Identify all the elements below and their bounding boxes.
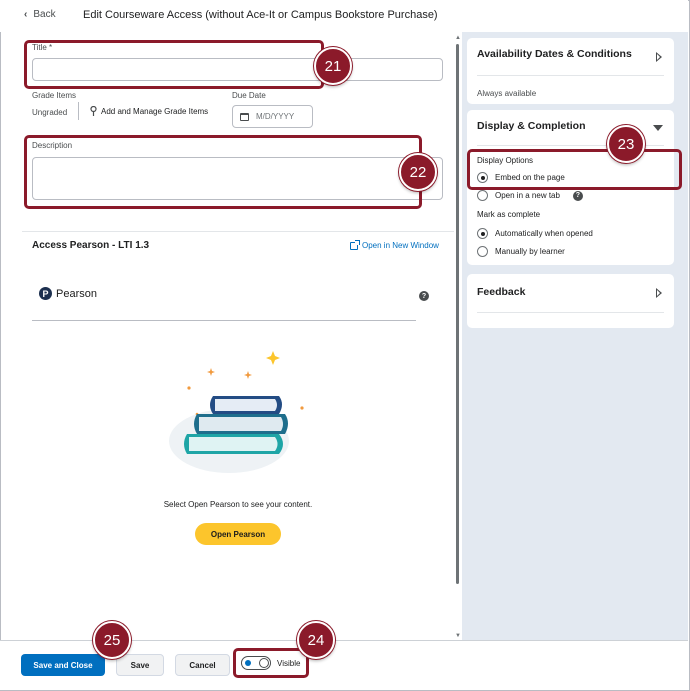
feedback-divider: [477, 312, 664, 313]
save-and-close-button[interactable]: Save and Close: [21, 654, 105, 676]
radio-auto-complete[interactable]: Automatically when opened: [477, 228, 593, 239]
radio-label: Automatically when opened: [495, 229, 593, 238]
chevron-left-icon: ‹: [24, 9, 28, 20]
callout-badge-22: 22: [399, 153, 437, 191]
page-header: ‹ Back Edit Courseware Access (without A…: [0, 0, 688, 32]
select-open-pearson-message: Select Open Pearson to see your content.: [163, 500, 313, 509]
radio-open-new-tab[interactable]: Open in a new tab ?: [477, 190, 583, 201]
grade-value: Ungraded: [32, 108, 68, 117]
grade-divider: [78, 102, 79, 120]
availability-title: Availability Dates & Conditions: [477, 48, 632, 60]
books-illustration: [169, 351, 304, 473]
callout-badge-23: 23: [607, 125, 645, 163]
availability-divider: [477, 75, 664, 76]
callout-highlight-title: [24, 40, 324, 89]
radio-label: Open in a new tab: [495, 191, 560, 200]
radio-button[interactable]: [477, 190, 488, 201]
callout-highlight-visibility: [233, 648, 309, 678]
expand-right-icon[interactable]: [656, 288, 662, 298]
lti-divider: [32, 320, 416, 321]
radio-button[interactable]: [477, 246, 488, 257]
help-icon[interactable]: ?: [419, 291, 429, 301]
due-date-label: Due Date: [232, 91, 266, 100]
add-grade-label: Add and Manage Grade Items: [101, 106, 209, 116]
pearson-mark: P: [39, 287, 52, 300]
open-pearson-button[interactable]: Open Pearson: [195, 523, 281, 545]
open-in-new-window-link[interactable]: Open in New Window: [350, 239, 439, 250]
collapse-down-icon[interactable]: [653, 125, 663, 131]
open-new-window-label: Open in New Window: [362, 241, 439, 250]
main-content: Title * Grade Items Ungraded Add and Man…: [22, 36, 454, 640]
availability-status: Always available: [477, 89, 537, 98]
callout-badge-24: 24: [297, 621, 335, 659]
feedback-title: Feedback: [477, 286, 526, 298]
callout-badge-25: 25: [93, 621, 131, 659]
due-date-input[interactable]: M/D/YYYY: [232, 105, 313, 128]
availability-card[interactable]: Availability Dates & Conditions Always a…: [467, 38, 674, 104]
calendar-icon: [240, 112, 249, 121]
page-title: Edit Courseware Access (without Ace-It o…: [83, 9, 438, 21]
back-button[interactable]: ‹ Back: [24, 9, 56, 20]
cancel-button[interactable]: Cancel: [175, 654, 230, 676]
callout-badge-21: 21: [314, 47, 352, 85]
help-icon[interactable]: ?: [572, 190, 583, 201]
grade-items-label: Grade Items: [32, 91, 77, 100]
pearson-logo-text: Pearson: [56, 287, 97, 300]
radio-manual-complete[interactable]: Manually by learner: [477, 246, 565, 257]
back-label: Back: [33, 9, 56, 20]
section-divider: [22, 231, 454, 232]
add-manage-grade-items-link[interactable]: Add and Manage Grade Items: [90, 106, 208, 116]
right-panel: Availability Dates & Conditions Always a…: [462, 32, 688, 640]
radio-label: Manually by learner: [495, 247, 565, 256]
expand-right-icon[interactable]: [656, 52, 662, 62]
pearson-logo: P Pearson: [39, 287, 97, 300]
save-button[interactable]: Save: [116, 654, 164, 676]
callout-highlight-display-options: [467, 149, 682, 190]
callout-highlight-description: [24, 135, 422, 209]
pin-icon: [90, 106, 97, 116]
mark-complete-label: Mark as complete: [477, 210, 541, 219]
display-completion-title: Display & Completion: [477, 120, 586, 132]
due-date-placeholder: M/D/YYYY: [256, 112, 295, 121]
feedback-card[interactable]: Feedback: [467, 274, 674, 328]
radio-button[interactable]: [477, 228, 488, 239]
scroll-up-icon[interactable]: ▲: [455, 35, 461, 41]
main-scrollbar-thumb[interactable]: [456, 44, 459, 584]
external-link-icon: [350, 239, 360, 250]
lti-heading: Access Pearson - LTI 1.3: [32, 240, 150, 251]
scroll-down-icon[interactable]: ▼: [455, 633, 461, 639]
